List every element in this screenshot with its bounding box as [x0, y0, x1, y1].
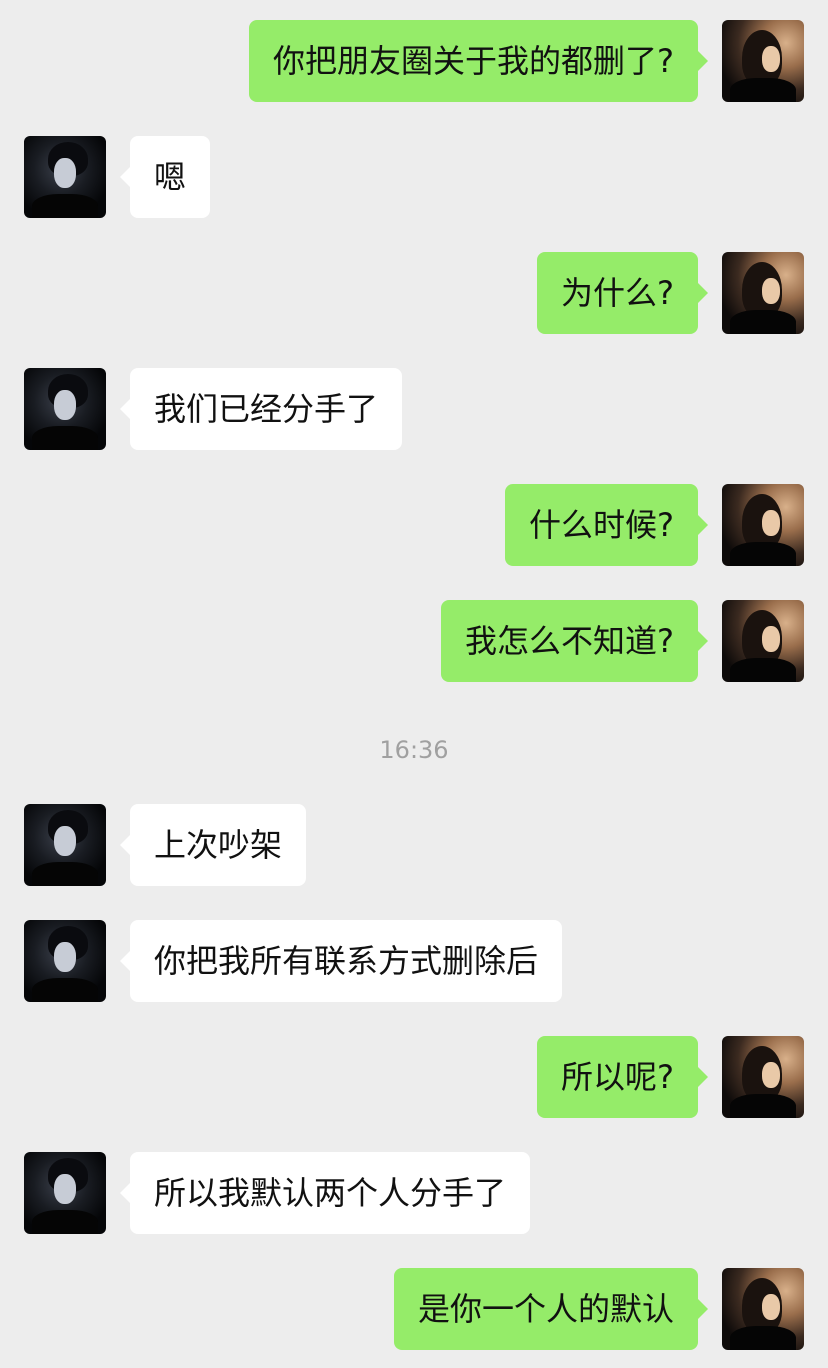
- avatar[interactable]: [722, 1268, 804, 1350]
- message-row: 嗯: [0, 136, 828, 218]
- message-row: 所以我默认两个人分手了: [0, 1152, 828, 1234]
- chat-timestamp: 16:36: [379, 736, 449, 764]
- message-text: 你把朋友圈关于我的都删了?: [273, 42, 674, 80]
- avatar[interactable]: [24, 804, 106, 886]
- message-text: 上次吵架: [154, 826, 283, 864]
- message-bubble-received[interactable]: 嗯: [120, 136, 211, 218]
- message-bubble-sent[interactable]: 是你一个人的默认: [393, 1268, 708, 1350]
- avatar[interactable]: [722, 484, 804, 566]
- message-bubble-sent[interactable]: 你把朋友圈关于我的都删了?: [249, 20, 708, 102]
- message-text: 所以呢?: [561, 1058, 674, 1096]
- message-text: 嗯: [154, 158, 187, 196]
- message-text: 你把我所有联系方式删除后: [154, 942, 539, 980]
- message-row: 为什么?: [0, 252, 828, 334]
- message-row: 你把我所有联系方式删除后: [0, 920, 828, 1002]
- message-bubble-sent[interactable]: 为什么?: [537, 252, 708, 334]
- avatar[interactable]: [24, 920, 106, 1002]
- message-text: 是你一个人的默认: [417, 1290, 674, 1328]
- bubble-tail: [120, 835, 130, 855]
- message-text: 我们已经分手了: [154, 390, 379, 428]
- bubble-tail: [698, 51, 708, 71]
- message-row: 我们已经分手了: [0, 368, 828, 450]
- avatar[interactable]: [24, 368, 106, 450]
- bubble-tail: [120, 399, 130, 419]
- message-row: 是你一个人的默认: [0, 1268, 828, 1350]
- message-bubble-received[interactable]: 上次吵架: [120, 804, 307, 886]
- message-text: 什么时候?: [529, 506, 674, 544]
- message-row: 你把朋友圈关于我的都删了?: [0, 20, 828, 102]
- message-text: 所以我默认两个人分手了: [154, 1174, 507, 1212]
- message-text: 为什么?: [561, 274, 674, 312]
- message-row: 我怎么不知道?: [0, 600, 828, 682]
- bubble-tail: [698, 283, 708, 303]
- message-bubble-sent[interactable]: 我怎么不知道?: [441, 600, 708, 682]
- message-bubble-sent[interactable]: 所以呢?: [537, 1036, 708, 1118]
- bubble-tail: [698, 1299, 708, 1319]
- bubble-tail: [698, 1067, 708, 1087]
- bubble-tail: [120, 951, 130, 971]
- avatar[interactable]: [722, 1036, 804, 1118]
- message-text: 我怎么不知道?: [465, 622, 674, 660]
- avatar[interactable]: [722, 600, 804, 682]
- bubble-tail: [120, 167, 130, 187]
- avatar[interactable]: [722, 20, 804, 102]
- avatar[interactable]: [24, 136, 106, 218]
- message-row: 上次吵架: [0, 804, 828, 886]
- bubble-tail: [698, 631, 708, 651]
- message-row: 什么时候?: [0, 484, 828, 566]
- avatar[interactable]: [722, 252, 804, 334]
- message-bubble-sent[interactable]: 什么时候?: [505, 484, 708, 566]
- message-bubble-received[interactable]: 所以我默认两个人分手了: [120, 1152, 531, 1234]
- avatar[interactable]: [24, 1152, 106, 1234]
- message-bubble-received[interactable]: 我们已经分手了: [120, 368, 403, 450]
- message-bubble-received[interactable]: 你把我所有联系方式删除后: [120, 920, 563, 1002]
- message-row: 所以呢?: [0, 1036, 828, 1118]
- bubble-tail: [120, 1183, 130, 1203]
- bubble-tail: [698, 515, 708, 535]
